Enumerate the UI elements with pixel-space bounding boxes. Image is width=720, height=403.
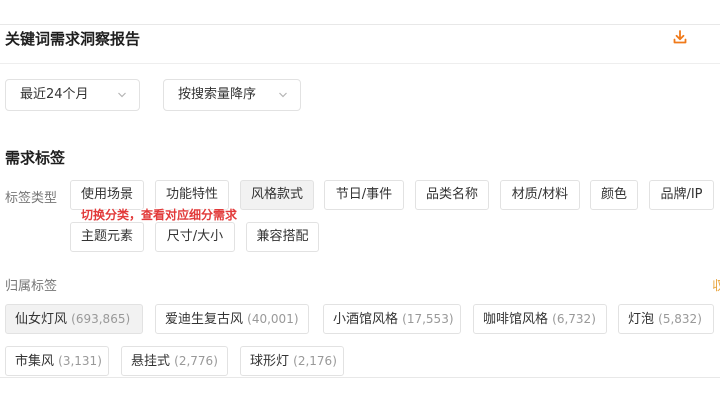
belong-tags-label: 归属标签 (5, 279, 58, 294)
download-icon[interactable] (672, 29, 688, 45)
belong-tag-count: (3,131) (58, 354, 102, 368)
belong-tag-name: 小酒馆风格 (333, 312, 399, 327)
header-divider (0, 63, 720, 64)
belong-tag[interactable]: 市集风 (3,131) (5, 346, 109, 376)
tag-type-compatibility[interactable]: 兼容搭配 (246, 222, 319, 252)
time-range-value: 最近24个月 (20, 87, 89, 102)
chevron-down-icon (118, 92, 126, 98)
belong-tag-count: (2,176) (293, 354, 337, 368)
belong-tag-count: (6,732) (552, 312, 596, 326)
belong-tag[interactable]: 咖啡馆风格 (6,732) (473, 304, 607, 334)
belong-tag-name: 悬挂式 (131, 354, 171, 369)
tag-type-size[interactable]: 尺寸/大小 (155, 222, 235, 252)
time-range-select[interactable]: 最近24个月 (5, 79, 140, 111)
belong-tag[interactable]: 悬挂式 (2,776) (121, 346, 228, 376)
sort-value: 按搜索量降序 (178, 87, 257, 102)
belong-tag-name: 灯泡 (628, 312, 655, 327)
tag-type-brand-ip[interactable]: 品牌/IP (649, 180, 714, 210)
side-mark: 収 (712, 279, 720, 294)
belong-tag[interactable]: 小酒馆风格 (17,553) (323, 304, 461, 334)
annotation-hint: 切换分类，查看对应细分需求 (81, 208, 238, 222)
belong-tag[interactable]: 爱迪生复古风 (40,001) (155, 304, 309, 334)
top-divider (0, 24, 720, 25)
belong-tag-name: 仙女灯风 (15, 312, 68, 327)
chevron-down-icon (279, 92, 287, 98)
belong-tag[interactable]: 球形灯 (2,176) (240, 346, 344, 376)
section-title-demand-tags: 需求标签 (5, 149, 66, 167)
belong-tag-name: 市集风 (15, 354, 55, 369)
belong-tag-name: 爱迪生复古风 (165, 312, 244, 327)
bottom-divider (0, 377, 720, 378)
belong-tag-name: 咖啡馆风格 (483, 312, 549, 327)
belong-tag[interactable]: 灯泡 (5,832) (618, 304, 714, 334)
belong-tag-count: (17,553) (402, 312, 454, 326)
sort-select[interactable]: 按搜索量降序 (163, 79, 301, 111)
belong-tag-count: (40,001) (247, 312, 299, 326)
tag-type-style[interactable]: 风格款式 (240, 180, 314, 210)
tag-type-category-name[interactable]: 品类名称 (415, 180, 489, 210)
tag-type-label: 标签类型 (5, 191, 58, 206)
belong-tag-count: (693,865) (71, 312, 131, 326)
tag-type-material[interactable]: 材质/材料 (500, 180, 580, 210)
tag-type-holiday-event[interactable]: 节日/事件 (324, 180, 404, 210)
belong-tag-count: (5,832) (658, 312, 702, 326)
belong-tag-count: (2,776) (174, 354, 218, 368)
belong-tag-name: 球形灯 (250, 354, 290, 369)
tag-type-color[interactable]: 颜色 (590, 180, 638, 210)
belong-tag[interactable]: 仙女灯风 (693,865) (5, 304, 143, 334)
page-title: 关键词需求洞察报告 (5, 30, 141, 48)
tag-type-theme[interactable]: 主题元素 (70, 222, 144, 252)
